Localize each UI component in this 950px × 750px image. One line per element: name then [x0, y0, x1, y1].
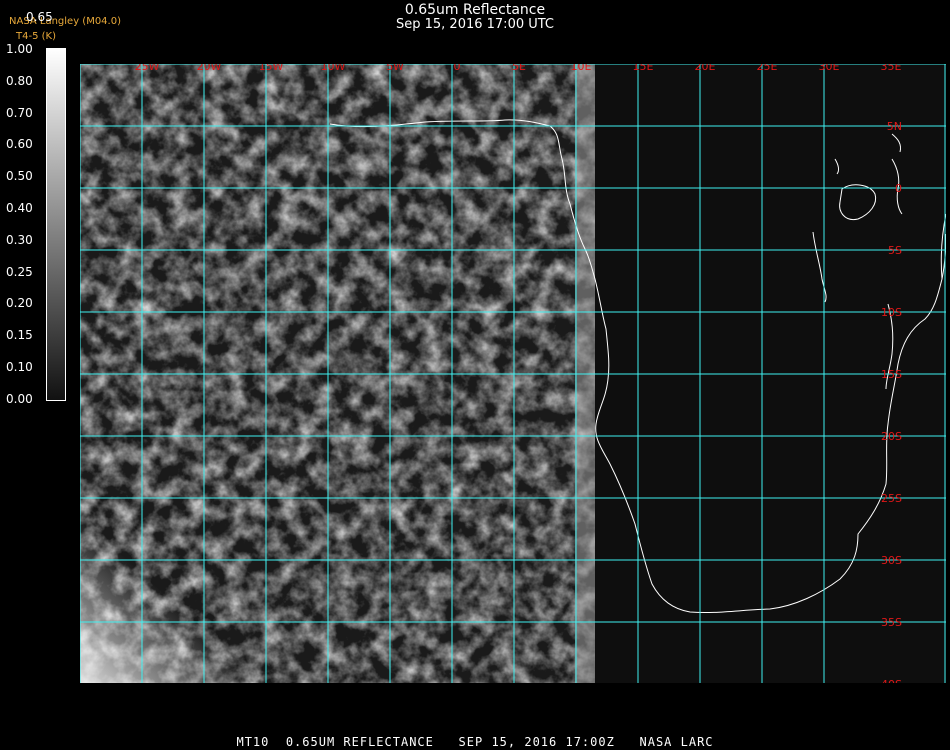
footer-caption: MT10 0.65UM REFLECTANCE SEP 15, 2016 17:… [236, 735, 714, 749]
lon-label: 35E [881, 64, 902, 73]
lat-label: 30S [881, 554, 902, 567]
lon-label: 5W [386, 64, 404, 73]
colorbar-tick-label: 0.20 [6, 296, 33, 311]
lon-label: 15E [633, 64, 654, 73]
brand-line-2: T4-5 (K) [16, 31, 56, 42]
colorbar-tick-label: 0.50 [6, 169, 33, 184]
lon-label: 20E [695, 64, 716, 73]
colorbar-tick-label: 0.80 [6, 73, 33, 88]
title: 0.65um Reflectance [404, 2, 546, 18]
colorbar-tick-label: 0.40 [6, 201, 33, 215]
lat-label: 5N [887, 120, 902, 133]
lat-label: 0 [895, 182, 902, 195]
lon-label: 0 [454, 64, 461, 73]
lon-label: 25E [757, 64, 778, 73]
colorbar-tick-label: 0.00 [6, 391, 33, 406]
lat-label: 35S [881, 616, 902, 629]
colorbar [46, 48, 66, 401]
lon-label: 10E [571, 64, 592, 73]
lat-label: 25S [881, 492, 902, 505]
lon-label: 15W [259, 64, 284, 73]
lat-label: 40S [881, 678, 902, 683]
lat-label: 15S [881, 368, 902, 381]
lat-label: 5S [888, 244, 902, 257]
lat-label: 10S [881, 306, 902, 319]
scale-title: 0.65 [26, 10, 53, 24]
lon-label: 25W [135, 64, 160, 73]
lat-label: 20S [881, 430, 902, 443]
lon-label: 30E [819, 64, 840, 73]
lon-label: 5E [512, 64, 526, 73]
lon-label: 10W [321, 64, 346, 73]
satellite-map: 25W 20W 15W 10W 5W 0 5E 10E 15E 20E 25E 30E 35E 5N 0 5S… [80, 64, 946, 683]
colorbar-tick-label: 0.30 [6, 232, 33, 247]
colorbar-tick-label: 0.70 [6, 105, 33, 120]
lon-label: 20W [197, 64, 222, 73]
colorbar-tick-label: 0.60 [6, 137, 33, 152]
colorbar-tick-label: 1.00 [6, 42, 33, 56]
subtitle: Sep 15, 2016 17:00 UTC [395, 17, 555, 32]
colorbar-tick-label: 0.15 [6, 328, 33, 343]
colorbar-tick-label: 0.25 [6, 264, 33, 279]
colorbar-tick-label: 0.10 [6, 360, 33, 374]
